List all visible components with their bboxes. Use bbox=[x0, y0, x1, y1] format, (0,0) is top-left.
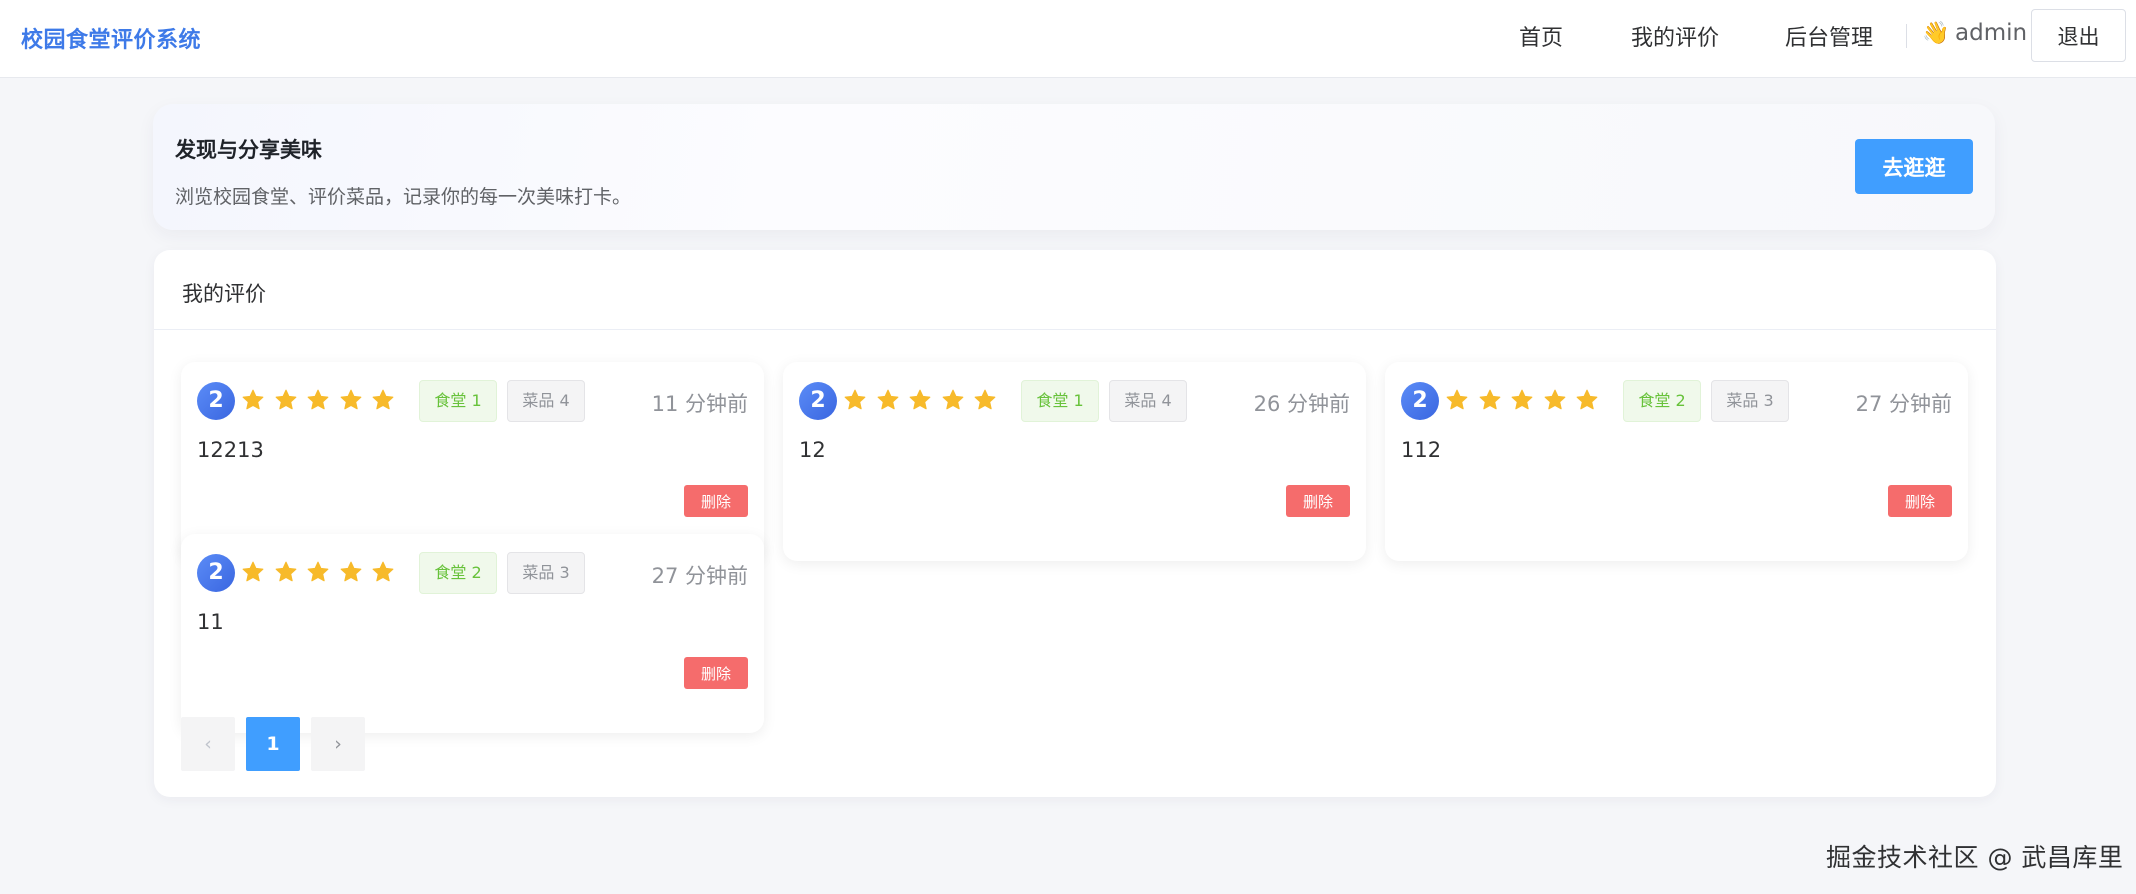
star-rating bbox=[241, 385, 404, 415]
delete-review-button[interactable]: 删除 bbox=[684, 485, 748, 517]
star-icon[interactable] bbox=[274, 560, 298, 584]
star-icon[interactable] bbox=[371, 388, 395, 412]
star-icon[interactable] bbox=[908, 388, 932, 412]
dish-tag: 菜品 4 bbox=[507, 380, 585, 422]
current-user-name: admin bbox=[1955, 20, 2028, 46]
avatar: 2 bbox=[1401, 382, 1439, 420]
card-header: 我的评价 bbox=[154, 250, 1996, 330]
canteen-tag: 食堂 2 bbox=[1623, 380, 1701, 422]
pagination-page-1[interactable]: 1 bbox=[246, 717, 300, 771]
review-card: 2 食堂 1 菜品 4 26 分钟前 12 删除 bbox=[783, 362, 1366, 561]
star-icon[interactable] bbox=[274, 388, 298, 412]
star-rating bbox=[1445, 385, 1608, 415]
review-card: 2 食堂 1 菜品 4 11 分钟前 12213 删除 bbox=[181, 362, 764, 561]
watermark-text: 掘金技术社区 @ 武昌库里 bbox=[1826, 843, 2124, 872]
review-time: 11 分钟前 bbox=[651, 392, 748, 416]
star-icon[interactable] bbox=[306, 560, 330, 584]
review-time: 27 分钟前 bbox=[651, 564, 748, 588]
star-icon[interactable] bbox=[1478, 388, 1502, 412]
canteen-tag: 食堂 1 bbox=[1021, 380, 1099, 422]
waving-hand-icon: 👋 bbox=[1922, 21, 1950, 46]
star-icon[interactable] bbox=[973, 388, 997, 412]
dish-tag: 菜品 3 bbox=[1711, 380, 1789, 422]
top-navbar: 校园食堂评价系统 首页 我的评价 后台管理 👋 admin 退出 bbox=[0, 0, 2136, 78]
review-content: 112 bbox=[1401, 438, 1442, 462]
nav-my-reviews[interactable]: 我的评价 bbox=[1631, 20, 1719, 52]
avatar: 2 bbox=[197, 554, 235, 592]
dish-tag: 菜品 4 bbox=[1109, 380, 1187, 422]
review-content: 12213 bbox=[197, 438, 264, 462]
star-icon[interactable] bbox=[1543, 388, 1567, 412]
delete-review-button[interactable]: 删除 bbox=[684, 657, 748, 689]
star-icon[interactable] bbox=[876, 388, 900, 412]
hero-subtitle: 浏览校园食堂、评价菜品，记录你的每一次美味打卡。 bbox=[175, 186, 632, 208]
nav-divider bbox=[1906, 24, 1907, 48]
browse-button[interactable]: 去逛逛 bbox=[1855, 139, 1973, 194]
star-icon[interactable] bbox=[1510, 388, 1534, 412]
star-icon[interactable] bbox=[941, 388, 965, 412]
logout-button[interactable]: 退出 bbox=[2031, 9, 2126, 62]
review-card: 2 食堂 2 菜品 3 27 分钟前 112 删除 bbox=[1385, 362, 1968, 561]
delete-review-button[interactable]: 删除 bbox=[1286, 485, 1350, 517]
star-icon[interactable] bbox=[306, 388, 330, 412]
star-icon[interactable] bbox=[339, 560, 363, 584]
dish-tag: 菜品 3 bbox=[507, 552, 585, 594]
avatar: 2 bbox=[197, 382, 235, 420]
star-icon[interactable] bbox=[1445, 388, 1469, 412]
star-icon[interactable] bbox=[241, 388, 265, 412]
canteen-tag: 食堂 2 bbox=[419, 552, 497, 594]
star-icon[interactable] bbox=[371, 560, 395, 584]
delete-review-button[interactable]: 删除 bbox=[1888, 485, 1952, 517]
hero-title: 发现与分享美味 bbox=[175, 138, 322, 162]
star-icon[interactable] bbox=[1575, 388, 1599, 412]
canteen-tag: 食堂 1 bbox=[419, 380, 497, 422]
my-reviews-card: 我的评价 2 食堂 1 菜品 4 11 分钟前 12213 删除 2 食堂 1 … bbox=[154, 250, 1996, 797]
star-rating bbox=[241, 557, 404, 587]
star-rating bbox=[843, 385, 1006, 415]
app-brand-title[interactable]: 校园食堂评价系统 bbox=[21, 22, 201, 54]
pagination-prev-button[interactable]: ‹ bbox=[181, 717, 235, 771]
pagination-next-button[interactable]: › bbox=[311, 717, 365, 771]
review-content: 11 bbox=[197, 610, 224, 634]
card-title: 我的评价 bbox=[182, 282, 266, 306]
nav-admin[interactable]: 后台管理 bbox=[1785, 20, 1873, 52]
star-icon[interactable] bbox=[241, 560, 265, 584]
review-content: 12 bbox=[799, 438, 826, 462]
review-card: 2 食堂 2 菜品 3 27 分钟前 11 删除 bbox=[181, 534, 764, 733]
star-icon[interactable] bbox=[843, 388, 867, 412]
nav-home[interactable]: 首页 bbox=[1519, 20, 1563, 52]
review-time: 26 分钟前 bbox=[1253, 392, 1350, 416]
hero-banner: 发现与分享美味 浏览校园食堂、评价菜品，记录你的每一次美味打卡。 去逛逛 bbox=[153, 104, 1995, 230]
star-icon[interactable] bbox=[339, 388, 363, 412]
avatar: 2 bbox=[799, 382, 837, 420]
review-time: 27 分钟前 bbox=[1855, 392, 1952, 416]
